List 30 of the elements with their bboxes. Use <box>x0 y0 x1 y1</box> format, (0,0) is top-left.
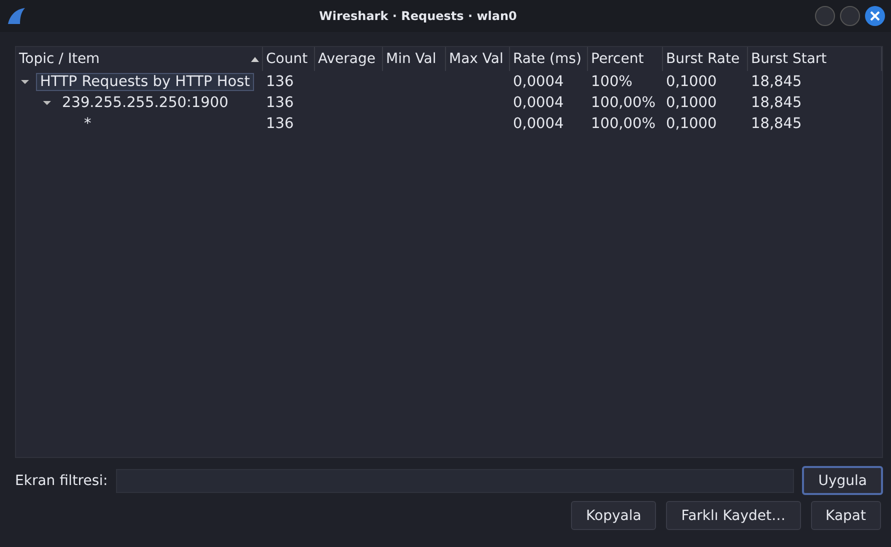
tree-item[interactable]: * <box>80 114 96 132</box>
table-cell-text: 18,845 <box>750 116 803 132</box>
table-cell-text: 0,1000 <box>665 74 718 90</box>
sort-arrow-icon <box>251 56 259 62</box>
tree-item[interactable]: HTTP Requests by HTTP Host <box>36 72 254 90</box>
table-cell-text: 136 <box>265 116 295 132</box>
table-cell-text: 0,0004 <box>512 116 565 132</box>
table-cell-text: 18,845 <box>750 74 803 90</box>
table-cell-text: 0,1000 <box>665 116 718 132</box>
fin-icon <box>6 7 26 25</box>
table-cell-text: 136 <box>265 94 295 110</box>
column-header[interactable]: Topic / Item <box>16 47 263 71</box>
table-cell-text: 0,1000 <box>665 94 718 110</box>
close-icon <box>870 11 880 21</box>
tree-item[interactable]: 239.255.255.250:1900 <box>58 94 232 112</box>
table-cell-text: 0,0004 <box>512 74 565 90</box>
table-cell-text: 100% <box>590 74 634 90</box>
filter-label: Ekran filtresi: <box>15 472 108 488</box>
table-cell-text: 18,845 <box>750 94 803 110</box>
close-button[interactable] <box>865 6 885 26</box>
table-cell-text: 136 <box>265 74 295 90</box>
dialog-button[interactable]: Kopyala <box>571 501 656 530</box>
dialog-button[interactable]: Farklı Kaydet… <box>666 501 801 530</box>
table-cell-text: 100,00% <box>590 94 657 110</box>
window-title: Wireshark · Requests · wlan0 <box>318 9 518 23</box>
table-cell-text: 100,00% <box>590 116 657 132</box>
dialog-button[interactable]: Kapat <box>810 501 881 530</box>
table-cell-text: 0,0004 <box>512 94 565 110</box>
apply-button[interactable]: Uygula <box>802 466 883 495</box>
column-header[interactable]: Average <box>315 47 383 71</box>
